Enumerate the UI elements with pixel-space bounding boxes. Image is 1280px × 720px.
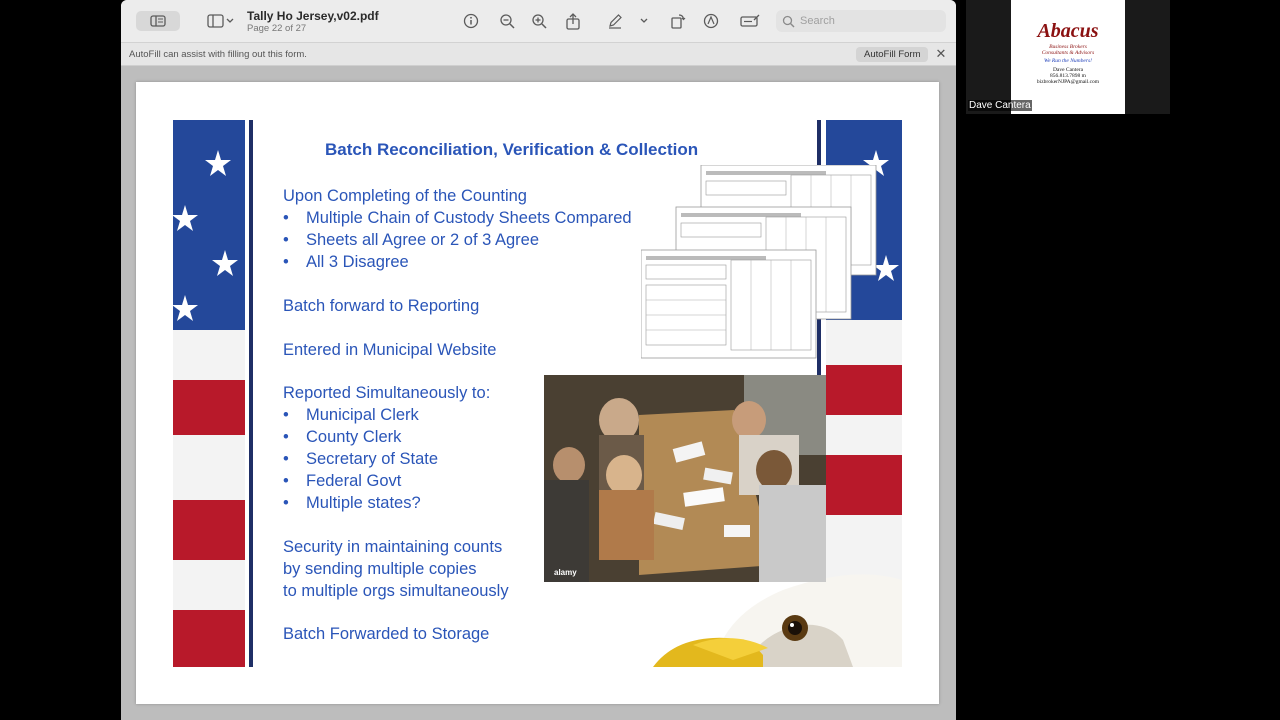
autofill-message: AutoFill can assist with filling out thi… <box>129 49 307 60</box>
markup-button[interactable] <box>605 11 625 31</box>
logo-line: Consultants & Advisors <box>1041 50 1095 56</box>
search-field[interactable] <box>776 10 946 32</box>
share-button[interactable] <box>563 11 583 31</box>
bullet: • <box>283 428 289 446</box>
rotate-icon <box>671 14 686 29</box>
close-icon[interactable]: ✕ <box>934 47 948 61</box>
list-item: • Secretary of State <box>283 450 439 468</box>
list-item: • All 3 Disagree <box>283 253 409 271</box>
info-icon <box>463 13 479 29</box>
list-item: • Sheets all Agree or 2 of 3 Agree <box>283 231 539 249</box>
bullet: • <box>283 209 289 227</box>
list-item: • County Clerk <box>283 428 402 446</box>
markup-menu-button[interactable] <box>637 11 651 31</box>
logo-title: Abacus <box>1037 20 1099 42</box>
search-icon <box>782 15 795 27</box>
autofill-form-button[interactable]: AutoFill Form <box>856 47 929 62</box>
list-item: • Multiple Chain of Custody Sheets Compar… <box>283 209 632 227</box>
slide-line: Batch forward to Reporting <box>283 297 480 315</box>
toolbar: Tally Ho Jersey,v02.pdf Page 22 of 27 <box>121 0 956 43</box>
section-heading: Upon Completing of the Counting <box>283 187 527 205</box>
sidebar-view-icon <box>207 14 234 28</box>
slide-line: to multiple orgs simultaneously <box>283 582 509 600</box>
chevron-down-icon <box>640 18 648 23</box>
pdf-page: Batch Reconciliation, Verification & Col… <box>136 82 939 704</box>
slide-line: by sending multiple copies <box>283 560 477 578</box>
divider-line <box>249 120 253 667</box>
sidebar-toggle-button[interactable] <box>136 11 180 31</box>
document-title: Tally Ho Jersey,v02.pdf <box>247 9 379 23</box>
slide-line: Entered in Municipal Website <box>283 341 497 359</box>
abacus-logo-card: Abacus Business Brokers Consultants & Ad… <box>1011 0 1125 114</box>
zoom-in-button[interactable] <box>529 11 549 31</box>
list-item: • Federal Govt <box>283 472 402 490</box>
bullet-list-recipients: • Municipal Clerk • County Clerk • Secretar… <box>283 404 438 514</box>
bullet: • <box>283 494 289 512</box>
slide-line: Batch Forwarded to Storage <box>283 625 490 643</box>
slide-title: Batch Reconciliation, Verification & Col… <box>325 140 699 159</box>
rotate-button[interactable] <box>668 11 688 31</box>
zoom-out-icon <box>500 14 515 29</box>
bullet: • <box>283 450 289 468</box>
info-button[interactable] <box>461 11 481 31</box>
view-menu-button[interactable] <box>203 11 239 31</box>
bullet: • <box>283 231 289 249</box>
zoom-out-button[interactable] <box>497 11 517 31</box>
flag-left-image <box>173 120 245 667</box>
autofill-banner: AutoFill can assist with filling out thi… <box>121 43 956 66</box>
slide-line: Security in maintaining counts <box>283 538 503 556</box>
markup-pen-icon <box>609 14 622 29</box>
custody-sheets-image <box>641 165 877 359</box>
screen: Tally Ho Jersey,v02.pdf Page 22 of 27 Se… <box>0 0 1280 720</box>
ballot-counting-photo: alamy <box>544 375 826 582</box>
share-icon <box>566 12 580 30</box>
sidebar-icon <box>150 15 166 27</box>
list-item: • Multiple states? <box>283 494 421 512</box>
slide: Batch Reconciliation, Verification & Col… <box>173 120 902 667</box>
bullet: • <box>283 472 289 490</box>
participant-name-label: Dave Cantera <box>968 100 1032 111</box>
annotate-icon <box>703 13 719 29</box>
section-heading: Reported Simultaneously to: <box>283 384 491 402</box>
logo-line: bizbrokerNJPA@gmail.com <box>1036 79 1100 85</box>
photo-watermark: alamy <box>554 568 577 577</box>
page-indicator: Page 22 of 27 <box>247 23 307 34</box>
list-item: • Municipal Clerk <box>283 406 419 424</box>
bullet-list-comparison: • Multiple Chain of Custody Sheets Compar… <box>283 207 632 273</box>
form-icon <box>740 14 760 27</box>
annotate-button[interactable] <box>701 11 721 31</box>
logo-line: We Run the Numbers! <box>1044 58 1092 64</box>
bullet: • <box>283 253 289 271</box>
bullet: • <box>283 406 289 424</box>
zoom-in-icon <box>532 14 547 29</box>
form-fill-button[interactable] <box>739 11 761 31</box>
search-input[interactable] <box>800 15 940 27</box>
preview-window: Tally Ho Jersey,v02.pdf Page 22 of 27 Se… <box>121 0 956 720</box>
